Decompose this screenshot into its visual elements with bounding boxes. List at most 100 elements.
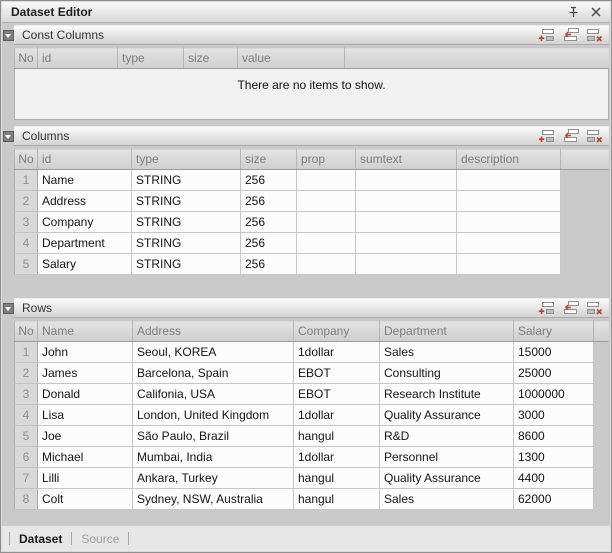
- data-cell[interactable]: Michael: [38, 447, 133, 468]
- data-cell[interactable]: Seoul, KOREA: [133, 342, 294, 363]
- data-cell[interactable]: Califonia, USA: [133, 384, 294, 405]
- data-cell[interactable]: 1dollar: [294, 447, 380, 468]
- data-cell[interactable]: Mumbai, India: [133, 447, 294, 468]
- data-cell[interactable]: Donald: [38, 384, 133, 405]
- data-cell[interactable]: 256: [241, 191, 297, 212]
- data-cell[interactable]: Quality Assurance: [380, 405, 514, 426]
- column-header[interactable]: type: [132, 149, 241, 170]
- data-cell[interactable]: Sales: [380, 342, 514, 363]
- data-cell[interactable]: [457, 233, 561, 254]
- data-cell[interactable]: 1000000: [514, 384, 594, 405]
- data-cell[interactable]: 1dollar: [294, 342, 380, 363]
- data-cell[interactable]: [457, 254, 561, 275]
- data-cell[interactable]: [356, 170, 457, 191]
- column-header[interactable]: id: [38, 48, 118, 69]
- data-cell[interactable]: [297, 233, 356, 254]
- column-header[interactable]: Department: [380, 321, 514, 342]
- collapse-button[interactable]: [3, 303, 14, 314]
- column-header[interactable]: Salary: [514, 321, 594, 342]
- data-cell[interactable]: Research Institute: [380, 384, 514, 405]
- data-cell[interactable]: [457, 191, 561, 212]
- data-cell[interactable]: 62000: [514, 489, 594, 510]
- data-cell[interactable]: 1300: [514, 447, 594, 468]
- data-cell[interactable]: Barcelona, Spain: [133, 363, 294, 384]
- collapse-button[interactable]: [3, 30, 14, 41]
- column-header[interactable]: id: [38, 149, 132, 170]
- data-cell[interactable]: hangul: [294, 468, 380, 489]
- data-cell[interactable]: 256: [241, 212, 297, 233]
- data-cell[interactable]: hangul: [294, 489, 380, 510]
- column-header[interactable]: size: [241, 149, 297, 170]
- data-cell[interactable]: Sales: [380, 489, 514, 510]
- insert-row-icon[interactable]: [562, 129, 579, 143]
- data-cell[interactable]: hangul: [294, 426, 380, 447]
- add-row-icon[interactable]: [538, 28, 555, 42]
- add-row-icon[interactable]: [538, 129, 555, 143]
- column-header[interactable]: sumtext: [356, 149, 457, 170]
- column-header[interactable]: Address: [133, 321, 294, 342]
- data-cell[interactable]: 4400: [514, 468, 594, 489]
- delete-row-icon[interactable]: [586, 129, 603, 143]
- data-cell[interactable]: Name: [38, 170, 132, 191]
- data-cell[interactable]: 256: [241, 233, 297, 254]
- data-cell[interactable]: [356, 191, 457, 212]
- data-cell[interactable]: 3000: [514, 405, 594, 426]
- data-cell[interactable]: Lilli: [38, 468, 133, 489]
- data-cell[interactable]: Personnel: [380, 447, 514, 468]
- data-cell[interactable]: Salary: [38, 254, 132, 275]
- delete-row-icon[interactable]: [586, 28, 603, 42]
- data-cell[interactable]: John: [38, 342, 133, 363]
- data-cell[interactable]: STRING: [132, 191, 241, 212]
- add-row-icon[interactable]: [538, 301, 555, 315]
- column-header[interactable]: type: [118, 48, 184, 69]
- column-header[interactable]: prop: [297, 149, 356, 170]
- data-cell[interactable]: 8600: [514, 426, 594, 447]
- data-cell[interactable]: 256: [241, 170, 297, 191]
- data-cell[interactable]: Consulting: [380, 363, 514, 384]
- data-cell[interactable]: [457, 170, 561, 191]
- data-cell[interactable]: Ankara, Turkey: [133, 468, 294, 489]
- data-cell[interactable]: [356, 233, 457, 254]
- column-header[interactable]: Company: [294, 321, 380, 342]
- column-header[interactable]: No: [15, 321, 38, 342]
- data-cell[interactable]: São Paulo, Brazil: [133, 426, 294, 447]
- tab-source[interactable]: Source: [81, 532, 119, 546]
- column-header[interactable]: No: [15, 48, 38, 69]
- insert-row-icon[interactable]: [562, 28, 579, 42]
- data-cell[interactable]: Joe: [38, 426, 133, 447]
- data-cell[interactable]: Sydney, NSW, Australia: [133, 489, 294, 510]
- pin-icon[interactable]: [565, 5, 582, 20]
- data-cell[interactable]: Colt: [38, 489, 133, 510]
- data-cell[interactable]: R&D: [380, 426, 514, 447]
- data-cell[interactable]: EBOT: [294, 363, 380, 384]
- data-cell[interactable]: STRING: [132, 212, 241, 233]
- data-cell[interactable]: [297, 191, 356, 212]
- data-cell[interactable]: 1dollar: [294, 405, 380, 426]
- data-cell[interactable]: Company: [38, 212, 132, 233]
- column-header[interactable]: No: [15, 149, 38, 170]
- data-cell[interactable]: London, United Kingdom: [133, 405, 294, 426]
- data-cell[interactable]: EBOT: [294, 384, 380, 405]
- data-cell[interactable]: 15000: [514, 342, 594, 363]
- column-header[interactable]: Name: [38, 321, 133, 342]
- column-header[interactable]: description: [457, 149, 561, 170]
- insert-row-icon[interactable]: [562, 301, 579, 315]
- data-cell[interactable]: [297, 254, 356, 275]
- collapse-button[interactable]: [3, 131, 14, 142]
- data-cell[interactable]: [297, 170, 356, 191]
- data-cell[interactable]: 256: [241, 254, 297, 275]
- data-cell[interactable]: [297, 212, 356, 233]
- delete-row-icon[interactable]: [586, 301, 603, 315]
- data-cell[interactable]: STRING: [132, 254, 241, 275]
- column-header[interactable]: size: [184, 48, 238, 69]
- data-cell[interactable]: STRING: [132, 170, 241, 191]
- data-cell[interactable]: [356, 212, 457, 233]
- data-cell[interactable]: 25000: [514, 363, 594, 384]
- tab-dataset[interactable]: Dataset: [19, 532, 62, 546]
- data-cell[interactable]: James: [38, 363, 133, 384]
- data-cell[interactable]: Department: [38, 233, 132, 254]
- data-cell[interactable]: [457, 212, 561, 233]
- close-icon[interactable]: [587, 5, 604, 20]
- data-cell[interactable]: Quality Assurance: [380, 468, 514, 489]
- column-header[interactable]: value: [238, 48, 345, 69]
